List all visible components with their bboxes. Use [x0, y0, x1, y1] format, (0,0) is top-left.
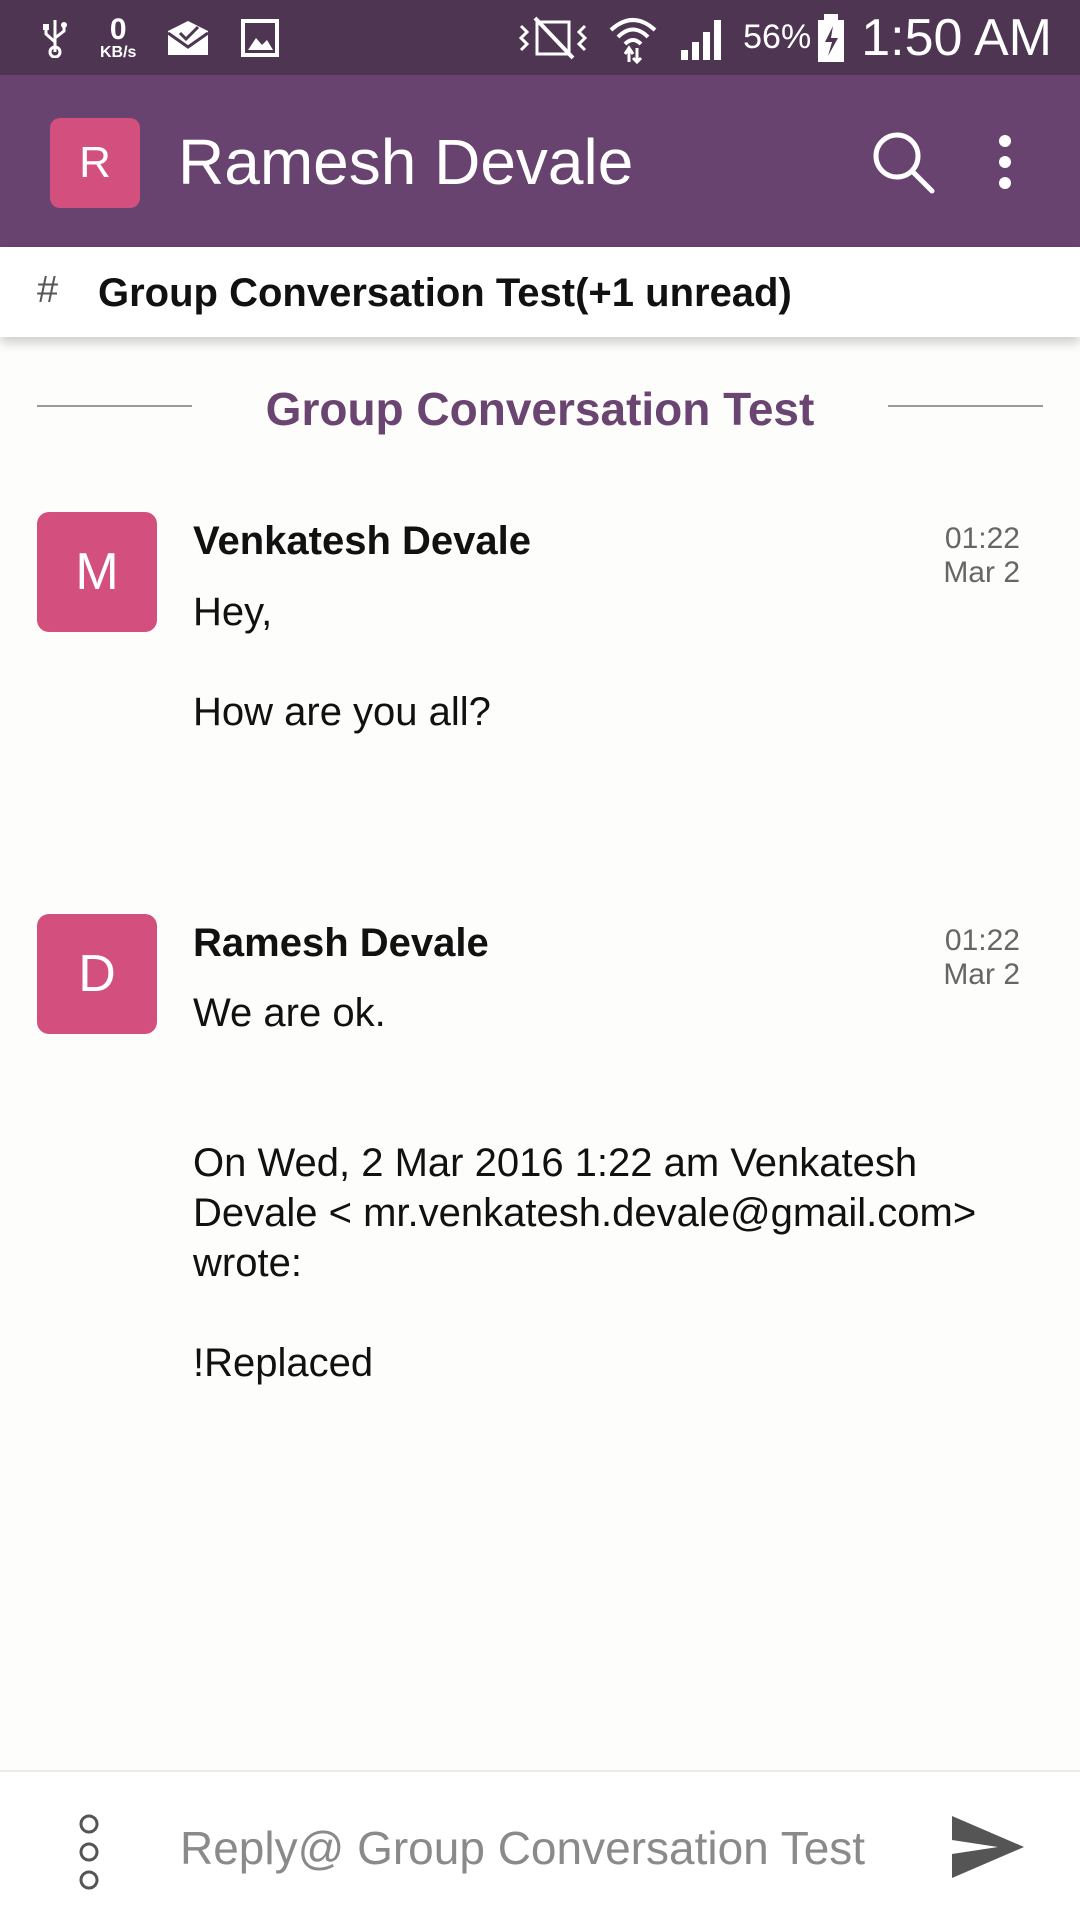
quoted-line: !Replaced — [193, 1341, 374, 1385]
hash-icon: # — [37, 269, 59, 311]
app-bar: R Ramesh Devale — [0, 75, 1080, 247]
message-date: Mar 2 — [943, 556, 1020, 589]
sender-name: Ramesh Devale — [193, 921, 489, 965]
network-speed-unit: KB/s — [100, 43, 137, 61]
reply-input[interactable] — [178, 1802, 902, 1894]
sender-avatar[interactable]: D — [37, 914, 157, 1034]
quoted-line: wrote: — [193, 1241, 302, 1285]
attach-options-icon[interactable] — [76, 1812, 102, 1892]
gallery-icon — [240, 18, 280, 58]
battery-percent: 56% — [743, 18, 812, 56]
channel-title[interactable]: Group Conversation Test(+1 unread) — [98, 271, 792, 316]
channel-bar[interactable]: # Group Conversation Test(+1 unread) — [0, 247, 1080, 337]
usb-icon — [40, 18, 70, 58]
network-speed: 0 KB/s — [100, 12, 137, 61]
status-clock: 1:50 AM — [861, 8, 1052, 67]
battery-charging-icon — [815, 12, 847, 64]
wifi-icon — [607, 12, 659, 64]
sender-avatar[interactable]: M — [37, 512, 157, 632]
send-icon[interactable] — [948, 1812, 1028, 1882]
network-speed-value: 0 — [109, 12, 127, 46]
message-time: 01:22 — [944, 924, 1020, 957]
app-title: Ramesh Devale — [178, 126, 634, 198]
status-bar: 0 KB/s 56% 1:50 AM — [0, 0, 1080, 75]
search-icon[interactable] — [868, 127, 938, 197]
more-vert-icon[interactable] — [985, 127, 1025, 197]
quoted-line: Devale < mr.venkatesh.devale@gmail.com> — [193, 1191, 977, 1235]
message-date: Mar 2 — [943, 958, 1020, 991]
message-line: Hey, — [193, 590, 273, 634]
conversation-heading: Group Conversation Test — [265, 383, 815, 435]
sender-name: Venkatesh Devale — [193, 519, 531, 563]
signal-icon — [677, 14, 729, 62]
message-timestamp: 01:22 Mar 2 — [943, 924, 1020, 992]
account-avatar[interactable]: R — [50, 118, 140, 208]
message-timestamp: 01:22 Mar 2 — [943, 522, 1020, 590]
vibrate-icon — [517, 16, 589, 60]
mail-icon — [166, 19, 210, 57]
quoted-line: On Wed, 2 Mar 2016 1:22 am Venkatesh — [193, 1141, 918, 1185]
reply-bar — [0, 1770, 1080, 1922]
message-line: How are you all? — [193, 690, 491, 734]
message-line: We are ok. — [193, 991, 386, 1035]
message-time: 01:22 — [944, 522, 1020, 555]
